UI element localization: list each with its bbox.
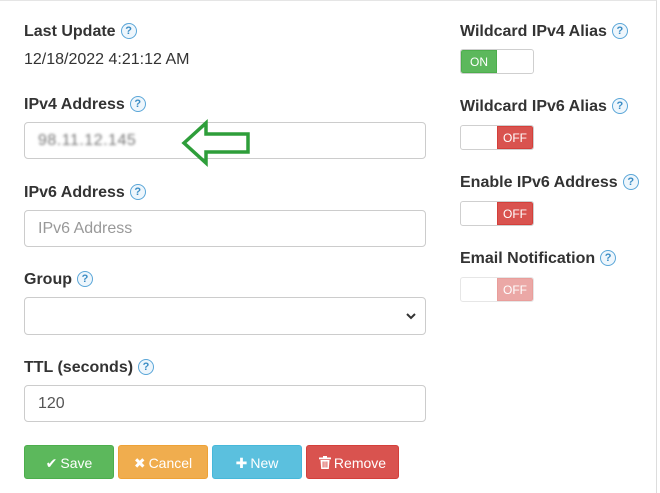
email-notification-toggle[interactable]: OFF xyxy=(460,277,534,302)
toggle-state: OFF xyxy=(497,126,533,149)
last-update-value: 12/18/2022 4:21:12 AM xyxy=(24,51,190,68)
help-icon[interactable]: ? xyxy=(611,97,628,114)
group-select[interactable] xyxy=(24,297,426,335)
remove-button[interactable]: Remove xyxy=(306,445,399,479)
green-arrow-icon xyxy=(181,119,250,167)
help-icon[interactable]: ? xyxy=(129,95,146,112)
chevron-down-icon xyxy=(406,313,416,320)
wildcard-ipv6-alias-toggle[interactable]: OFF xyxy=(460,125,534,150)
help-icon[interactable]: ? xyxy=(611,22,628,39)
trash-icon xyxy=(318,456,331,469)
help-icon[interactable]: ? xyxy=(77,270,93,287)
group-label: Group? xyxy=(24,270,93,290)
wildcard-ipv6-alias-label: Wildcard IPv6 Alias? xyxy=(460,97,628,117)
toggle-state: OFF xyxy=(497,202,533,225)
ttl-label: TTL (seconds)? xyxy=(24,358,155,378)
dns-record-form: Last Update? 12/18/2022 4:21:12 AM IPv4 … xyxy=(0,0,657,493)
ipv4-address-label: IPv4 Address? xyxy=(24,95,146,115)
checkmark-icon: ✔ xyxy=(45,455,58,471)
help-icon[interactable]: ? xyxy=(129,183,146,200)
email-notification-label: Email Notification? xyxy=(460,249,617,269)
x-icon: ✖ xyxy=(133,455,146,471)
help-icon[interactable]: ? xyxy=(138,358,155,375)
new-button[interactable]: ✚ New xyxy=(212,445,302,479)
ipv6-address-input[interactable] xyxy=(24,210,426,247)
help-icon[interactable]: ? xyxy=(120,22,137,39)
toggle-state: ON xyxy=(461,50,497,73)
toggle-state: OFF xyxy=(497,278,533,301)
help-icon[interactable]: ? xyxy=(600,249,617,266)
last-update-label: Last Update? xyxy=(24,22,137,42)
ttl-value: 120 xyxy=(38,395,65,412)
wildcard-ipv4-alias-toggle[interactable]: ON xyxy=(460,49,534,74)
ipv4-address-value: 98.11.12.145 xyxy=(38,132,137,149)
wildcard-ipv4-alias-label: Wildcard IPv4 Alias? xyxy=(460,22,628,42)
cancel-button[interactable]: ✖ Cancel xyxy=(118,445,208,479)
plus-icon: ✚ xyxy=(235,455,248,471)
help-icon[interactable]: ? xyxy=(622,173,639,190)
ttl-input[interactable]: 120 xyxy=(24,385,426,422)
ipv6-address-label: IPv6 Address? xyxy=(24,183,146,203)
enable-ipv6-address-toggle[interactable]: OFF xyxy=(460,201,534,226)
enable-ipv6-address-label: Enable IPv6 Address? xyxy=(460,173,639,193)
save-button[interactable]: ✔ Save xyxy=(24,445,114,479)
